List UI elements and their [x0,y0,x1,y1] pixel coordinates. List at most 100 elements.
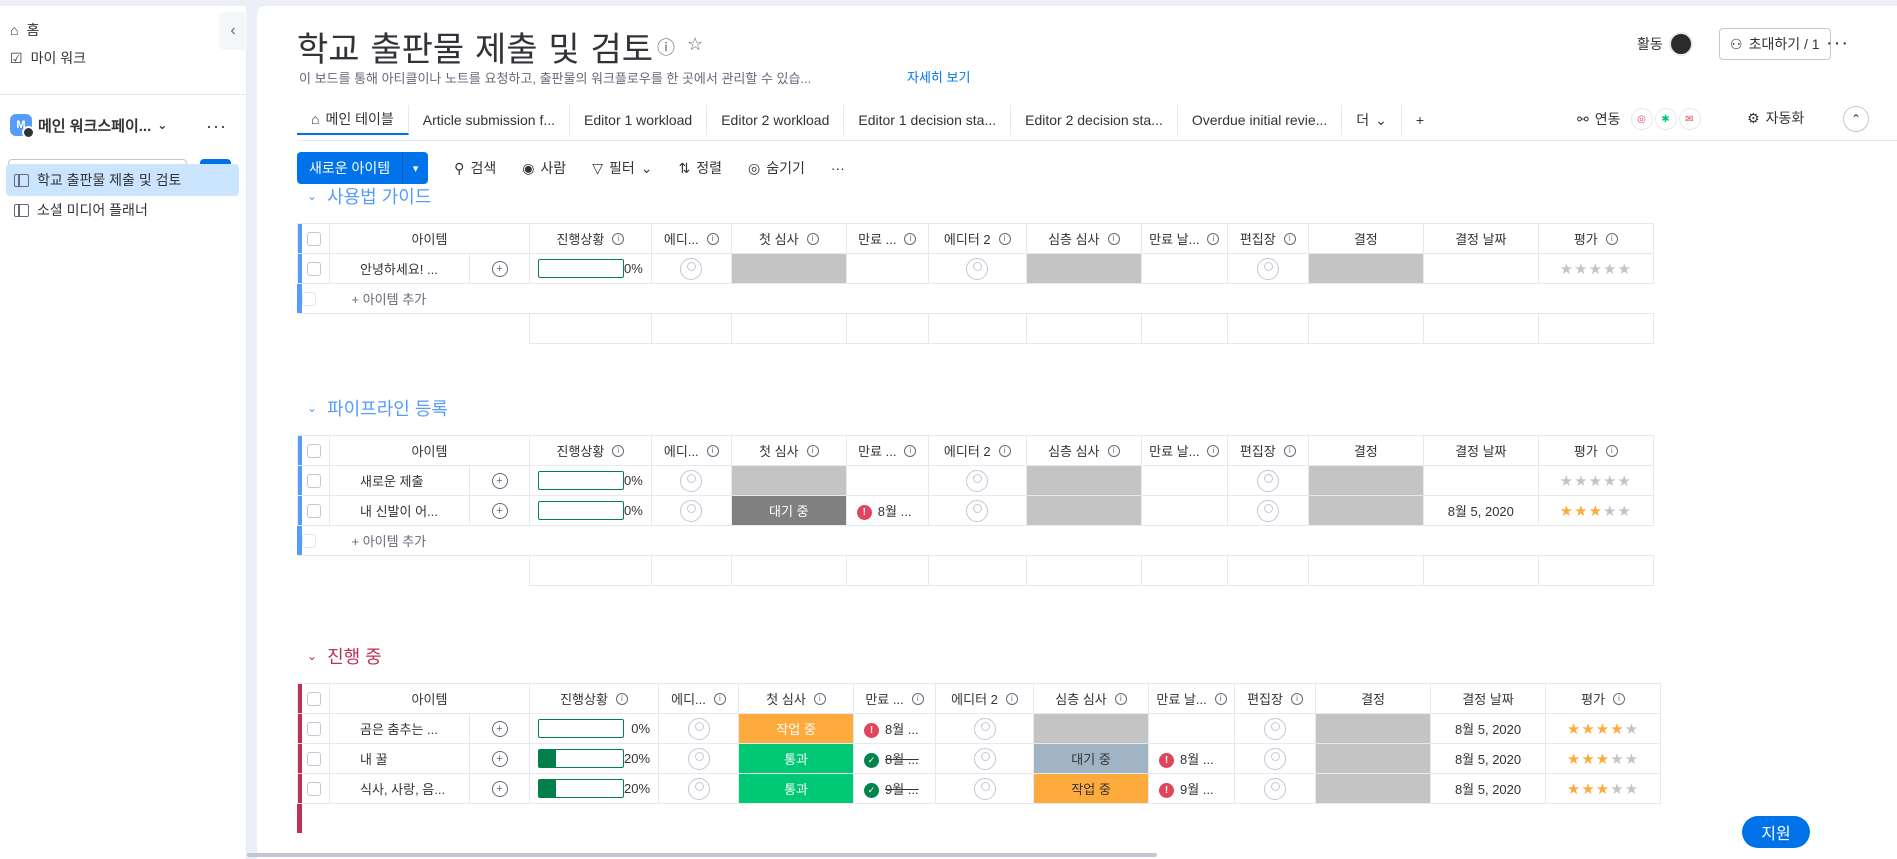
status-cell-deep-review[interactable] [1025,253,1142,284]
search-button[interactable]: ⚲ 검색 [454,158,496,178]
workspace-selector[interactable]: M 메인 워크스페이... ⌄ [10,114,167,139]
info-icon[interactable]: i [1283,232,1296,245]
info-icon[interactable]: i [806,232,819,245]
rating-cell[interactable]: ★★★★★ [1545,743,1662,774]
column-header[interactable]: 편집장 i [1234,683,1317,714]
info-icon[interactable]: i [1605,444,1618,457]
star-icon[interactable]: ★ [1560,261,1574,278]
sidebar-item-board-2[interactable]: 소셜 미디어 플래너 [6,194,239,226]
add-update-button[interactable]: + [469,465,530,496]
info-icon[interactable]: i [612,232,625,245]
info-icon[interactable]: i [713,692,726,705]
column-header[interactable]: 아이템 [329,683,530,714]
add-update-button[interactable]: + [469,495,530,526]
star-icon[interactable]: ★ [1581,781,1595,798]
row-checkbox[interactable] [297,465,330,496]
tab-view[interactable]: Editor 1 workload [570,105,708,135]
select-all-checkbox[interactable] [297,435,330,466]
column-header[interactable]: 만료 날... i [1140,223,1228,254]
due-date-cell[interactable]: ✓ 9월 ... [853,773,937,804]
item-name[interactable]: 식사, 사랑, 음... [329,773,470,804]
table-row[interactable]: 곰은 춤추는 ... +0% 작업 중! 8월 ... 8월 5, 2020 ★★★★★ [297,713,1662,744]
chief-editor-cell[interactable] [1234,773,1317,804]
info-icon[interactable]: i [998,444,1011,457]
info-icon[interactable]: i [612,444,625,457]
column-header[interactable]: 만료 ... i [845,223,929,254]
due-date-cell[interactable] [845,465,929,496]
column-header[interactable]: 아이템 [329,223,530,254]
rating-cell[interactable]: ★★★★★ [1537,465,1654,496]
due-date-cell[interactable]: ! 9월 ... [1148,773,1236,804]
editor2-person-cell[interactable] [927,253,1027,284]
collapse-sidebar-button[interactable]: ‹ [219,12,247,50]
editor-person-cell[interactable] [650,495,732,526]
decision-cell[interactable] [1307,253,1424,284]
tab-main-table[interactable]: ⌂ 메인 테이블 [297,105,409,135]
status-cell-first-review[interactable]: 대기 중 [730,495,847,526]
column-header[interactable]: 만료 날... i [1148,683,1236,714]
star-icon[interactable]: ★ [1574,473,1588,490]
status-cell-deep-review[interactable] [1033,713,1150,744]
info-icon[interactable]: i [911,692,924,705]
star-icon[interactable]: ★ [1625,781,1639,798]
decision-cell[interactable] [1315,743,1432,774]
due-date-cell[interactable]: ! 8월 ... [845,495,929,526]
tab-view[interactable]: Overdue initial revie... [1178,105,1343,135]
star-icon[interactable]: ★ [1617,261,1631,278]
column-header[interactable]: 결정 [1315,683,1432,714]
due-date-cell[interactable]: ! 8월 ... [853,713,937,744]
editor-person-cell[interactable] [650,465,732,496]
info-icon[interactable]: i [1107,444,1120,457]
star-icon[interactable]: ★ [1603,503,1617,520]
star-icon[interactable]: ★ [1610,751,1624,768]
add-update-button[interactable]: + [469,713,530,744]
info-icon[interactable]: i [615,692,628,705]
star-icon[interactable]: ★ [1596,721,1610,738]
due-date-cell[interactable] [1140,253,1228,284]
table-row[interactable]: 새로운 제출 +0% ★★★★★ [297,465,1654,496]
add-item-row[interactable]: + 아이템 추가 [297,283,1654,314]
rating-cell[interactable]: ★★★★★ [1545,773,1662,804]
column-header[interactable]: 평가 i [1545,683,1662,714]
column-header[interactable]: 만료 ... i [845,435,929,466]
chevron-down-icon[interactable]: ⌄ [307,649,317,663]
tab-more[interactable]: 더 ⌄ [1342,105,1402,135]
column-header[interactable]: 심층 심사 i [1033,683,1150,714]
horizontal-scrollbar[interactable] [247,853,1157,857]
star-icon[interactable]: ★ [1610,721,1624,738]
info-icon[interactable]: i [813,692,826,705]
workspace-more-button[interactable]: ··· [206,116,227,137]
decision-date-cell[interactable]: 8월 5, 2020 [1422,495,1539,526]
star-icon[interactable]: ★ [1625,751,1639,768]
filter-button[interactable]: ▽ 필터 ⌄ [592,158,652,178]
decision-cell[interactable] [1315,773,1432,804]
table-row[interactable]: 내 꿀 +20% 통과 ✓ 8월 ... 대기 중! 8월 ... 8월 5, 2020 ★★★… [297,743,1662,774]
select-all-checkbox[interactable] [297,683,330,714]
new-item-button[interactable]: 새로운 아이템 ▾ [297,152,429,184]
column-header[interactable]: 아이템 [329,435,530,466]
row-checkbox[interactable] [297,773,330,804]
due-date-cell[interactable] [845,253,929,284]
star-icon[interactable]: ★ [1589,261,1603,278]
column-header[interactable]: 진행상황 i [529,223,652,254]
sidebar-item-my-work[interactable]: ☑ 마이 워크 [10,48,86,68]
status-cell-deep-review[interactable] [1025,465,1142,496]
star-icon[interactable]: ★ [1567,721,1581,738]
decision-date-cell[interactable] [1422,465,1539,496]
add-item-input[interactable]: + 아이템 추가 [329,525,1654,556]
rating-cell[interactable]: ★★★★★ [1545,713,1662,744]
chief-editor-cell[interactable] [1226,465,1309,496]
column-header[interactable]: 진행상황 i [528,683,660,714]
chevron-down-icon[interactable]: ⌄ [307,401,317,415]
tab-view[interactable]: Editor 2 workload [707,105,845,135]
chevron-down-icon[interactable]: ⌄ [307,189,317,203]
star-icon[interactable]: ★ [1589,473,1603,490]
rating-cell[interactable]: ★★★★★ [1537,253,1654,284]
info-icon[interactable]: i [1612,692,1625,705]
hide-button[interactable]: ◎ 숨기기 [748,158,805,178]
info-icon[interactable]: i [1214,692,1227,705]
support-button[interactable]: 지원 [1742,816,1810,848]
rating-cell[interactable]: ★★★★★ [1537,495,1654,526]
column-header[interactable]: 심층 심사 i [1025,435,1142,466]
table-row[interactable]: 안녕하세요! ... +0% ★★★★★ [297,253,1654,284]
